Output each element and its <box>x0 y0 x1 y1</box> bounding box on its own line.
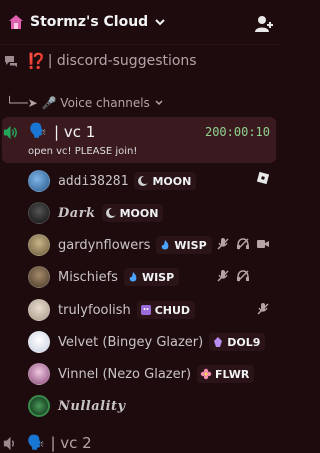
avatar <box>28 363 50 385</box>
voice-user[interactable]: trulyfoolish CHUD <box>28 297 278 323</box>
voice-user[interactable]: Nullality <box>28 393 278 419</box>
username: Mischiefs <box>58 269 118 285</box>
server-tag: CHUD <box>136 301 196 319</box>
voice-channel-vc1[interactable]: 🗣️ | vc 1 200:00:10 open vc! PLEASE join… <box>2 117 276 163</box>
forum-channel-icon <box>5 56 17 67</box>
voice-user[interactable]: Mischiefs WISP <box>28 264 278 290</box>
voice-timer: 200:00:10 <box>204 125 270 139</box>
gem-icon <box>214 337 223 347</box>
home-icon <box>9 15 23 29</box>
username: addi38281 <box>58 173 129 189</box>
exclamation-question-emoji: ⁉️ <box>27 52 46 70</box>
username: Velvet (Bingey Glazer) <box>58 334 204 350</box>
speaking-head-emoji: 🗣️ <box>27 435 45 451</box>
avatar <box>28 202 50 224</box>
chevron-down-icon <box>155 100 163 106</box>
avatar <box>28 395 50 417</box>
username: gardynflowers <box>58 237 151 253</box>
roblox-icon <box>256 171 270 185</box>
channel-status: open vc! PLEASE join! <box>28 146 138 157</box>
camera-icon <box>257 240 269 248</box>
server-tag: WISP <box>156 236 212 254</box>
speaker-icon <box>3 125 17 140</box>
avatar <box>28 266 50 288</box>
mute-icon <box>217 270 229 282</box>
voice-channel-vc2[interactable]: 🗣️ | vc 2 <box>2 433 276 453</box>
fire-icon <box>162 240 169 250</box>
deafen-icon <box>237 270 249 282</box>
username: Vinnel (Nezo Glazer) <box>58 366 192 382</box>
channel-name: | vc 2 <box>50 434 92 452</box>
channel-name: | vc 1 <box>54 123 96 141</box>
channel-discord-suggestions[interactable]: ⁉️ | discord-suggestions <box>0 50 282 72</box>
flower-icon <box>200 368 212 380</box>
server-header[interactable]: Stormz's Cloud <box>0 0 282 45</box>
deafen-icon <box>237 238 249 250</box>
channel-label: | discord-suggestions <box>47 53 197 69</box>
category-voice-channels[interactable]: └──➤ 🎤 Voice channels <box>0 93 282 113</box>
voice-user[interactable]: Dark MOON <box>28 200 278 226</box>
voice-user[interactable]: Vinnel (Nezo Glazer) FLWR <box>28 361 278 387</box>
server-tag: WISP <box>123 268 180 286</box>
server-tag: MOON <box>101 204 164 222</box>
user-status-icons <box>256 302 270 316</box>
moon-icon <box>138 176 150 186</box>
username: Nullality <box>58 398 126 414</box>
voice-user[interactable]: Velvet (Bingey Glazer) DOL9 <box>28 329 278 355</box>
avatar <box>28 170 50 192</box>
moon-icon <box>105 208 117 218</box>
user-status-icons <box>216 237 270 251</box>
speaking-head-emoji: 🗣️ <box>29 123 47 139</box>
mute-icon <box>217 238 229 250</box>
avatar <box>28 299 50 321</box>
voice-user[interactable]: addi38281 MOON <box>28 168 278 194</box>
username: Dark <box>58 205 96 221</box>
chevron-down-icon[interactable] <box>154 16 166 28</box>
avatar <box>28 331 50 353</box>
add-member-icon[interactable] <box>254 14 274 34</box>
voice-user[interactable]: gardynflowers WISP <box>28 232 278 258</box>
server-name: Stormz's Cloud <box>30 14 149 30</box>
server-tag: DOL9 <box>209 333 266 351</box>
speaker-icon <box>3 436 15 451</box>
user-status-icons <box>256 171 270 185</box>
fire-icon <box>129 272 137 282</box>
mute-icon <box>257 303 269 315</box>
avatar <box>28 234 50 256</box>
purple-face-icon <box>140 305 151 315</box>
user-status-icons <box>216 269 250 283</box>
username: trulyfoolish <box>58 302 131 318</box>
server-tag: FLWR <box>197 365 255 383</box>
server-tag: MOON <box>134 172 197 190</box>
category-label: └──➤ 🎤 Voice channels <box>6 96 150 110</box>
